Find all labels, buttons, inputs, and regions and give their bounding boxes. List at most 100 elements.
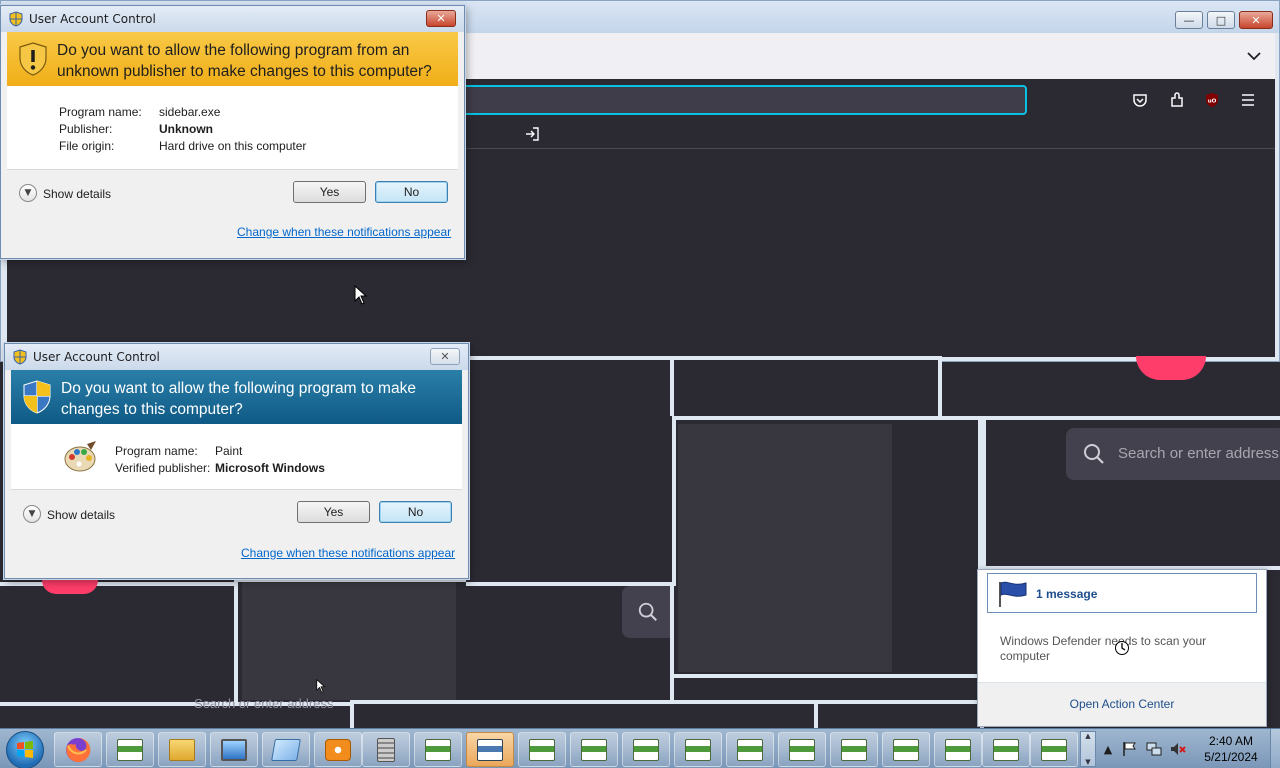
taskbar-clock[interactable]: 2:40 AM 5/21/2024 [1196,733,1266,765]
show-details-label[interactable]: Show details [43,187,111,201]
show-details-toggle[interactable]: ▼ [19,184,37,202]
chevron-down-icon [1247,52,1261,61]
pocket-icon [1133,94,1147,107]
show-hidden-icons[interactable]: ▲ [1100,741,1116,757]
clock-date: 5/21/2024 [1204,750,1258,764]
action-center-header[interactable]: 1 message [987,573,1257,613]
uac-program-info: Program name: sidebar.exe Publisher: Unk… [7,86,458,170]
notepad-icon [271,738,301,761]
taskbar-window[interactable] [882,732,930,767]
action-center-flag-icon [1123,742,1136,756]
pink-logo-fragment [1136,356,1206,380]
sidebar-toggle-button[interactable] [524,126,540,145]
taskbar-window-active[interactable] [466,732,514,767]
pink-logo-fragment [42,580,98,594]
taskbar-window[interactable] [726,732,774,767]
taskbar-window[interactable] [674,732,722,767]
minimize-button[interactable]: — [1175,11,1203,29]
mouse-cursor-icon [354,285,368,305]
background-window-fragment [466,416,676,586]
change-notifications-link[interactable]: Change when these notifications appear [241,546,455,560]
menu-icon [1242,94,1254,106]
remote-desktop-icon [221,738,247,761]
window-icon [477,738,503,761]
taskbar-scroll[interactable]: ▲ ▼ [1080,731,1096,767]
field-value: Paint [215,444,243,458]
close-button[interactable]: ✕ [1239,11,1273,29]
taskbar-media-player[interactable] [314,732,362,767]
yes-button[interactable]: Yes [297,501,370,523]
show-details-toggle[interactable]: ▼ [23,505,41,523]
tray-action-center[interactable] [1122,741,1138,757]
yes-button[interactable]: Yes [293,181,366,203]
paint-palette-icon [64,441,96,472]
start-button[interactable] [6,731,44,768]
taskbar-window[interactable] [518,732,566,767]
open-action-center-link[interactable]: Open Action Center [978,697,1266,711]
taskbar-calculator[interactable] [362,732,410,767]
window-icon [737,738,763,761]
taskbar-firefox[interactable] [54,732,102,767]
search-icon [1084,444,1104,464]
taskbar-notepad[interactable] [262,732,310,767]
chevron-down-icon: ▼ [24,188,32,198]
tray-volume[interactable] [1170,741,1186,757]
taskbar-window[interactable] [106,732,154,767]
background-window-fragment [814,700,984,730]
uac-close-button[interactable]: ✕ [430,348,460,365]
change-notifications-link[interactable]: Change when these notifications appear [237,225,451,239]
taskbar-remote-desktop[interactable] [210,732,258,767]
window-icon [1041,738,1067,761]
tray-network[interactable] [1146,741,1162,757]
taskbar-window[interactable] [622,732,670,767]
taskbar-window[interactable] [830,732,878,767]
taskbar-window[interactable] [414,732,462,767]
newtab-search-box[interactable] [622,586,670,638]
windows-shield-icon [23,380,51,414]
ublock-button[interactable]: uO [1201,89,1223,111]
chevron-up-icon: ▲ [1085,732,1091,740]
show-details-label[interactable]: Show details [47,508,115,522]
pocket-button[interactable] [1129,89,1151,111]
windows-logo-icon [17,741,33,758]
media-player-icon [325,738,351,761]
taskbar-window[interactable] [982,732,1030,767]
window-icon [945,738,971,761]
window-icon [685,738,711,761]
field-value: Unknown [159,122,213,136]
search-placeholder: Search or enter address [1118,445,1279,462]
extensions-button[interactable] [1166,89,1188,111]
extensions-icon [1171,92,1183,107]
background-window-fragment [466,356,676,422]
app-menu-button[interactable] [1237,89,1259,111]
message-count: 1 message [1036,587,1098,601]
chevron-down-icon: ▼ [1085,758,1091,766]
taskbar-window[interactable] [778,732,826,767]
field-label: Program name: [59,105,142,119]
newtab-search-box[interactable]: Search or enter address [1066,428,1280,480]
no-button[interactable]: No [375,181,448,203]
no-button[interactable]: No [379,501,452,523]
url-bar[interactable] [447,85,1027,115]
search-icon [638,602,657,621]
taskbar-folder[interactable] [158,732,206,767]
taskbar-window[interactable] [934,732,982,767]
uac-question: Do you want to allow the following progr… [61,380,416,418]
taskbar-window[interactable] [570,732,618,767]
ublock-label: uO [1208,99,1217,105]
volume-muted-icon [1171,743,1186,755]
clock-time: 2:40 AM [1208,734,1254,748]
taskbar-window[interactable] [1030,732,1078,767]
warning-shield-icon [19,42,47,76]
show-desktop-button[interactable] [1270,729,1280,768]
folder-icon [169,738,195,761]
window-icon [841,738,867,761]
uac-dialog-paint: User Account Control ✕ Do you want to al… [4,343,469,579]
uac-title: User Account Control [29,12,156,26]
maximize-button[interactable]: □ [1207,11,1235,29]
window-icon [789,738,815,761]
list-all-tabs-button[interactable] [1245,47,1263,65]
close-icon: ✕ [440,350,450,363]
uac-close-button[interactable]: ✕ [426,10,456,27]
action-center-footer: Open Action Center [978,682,1266,726]
